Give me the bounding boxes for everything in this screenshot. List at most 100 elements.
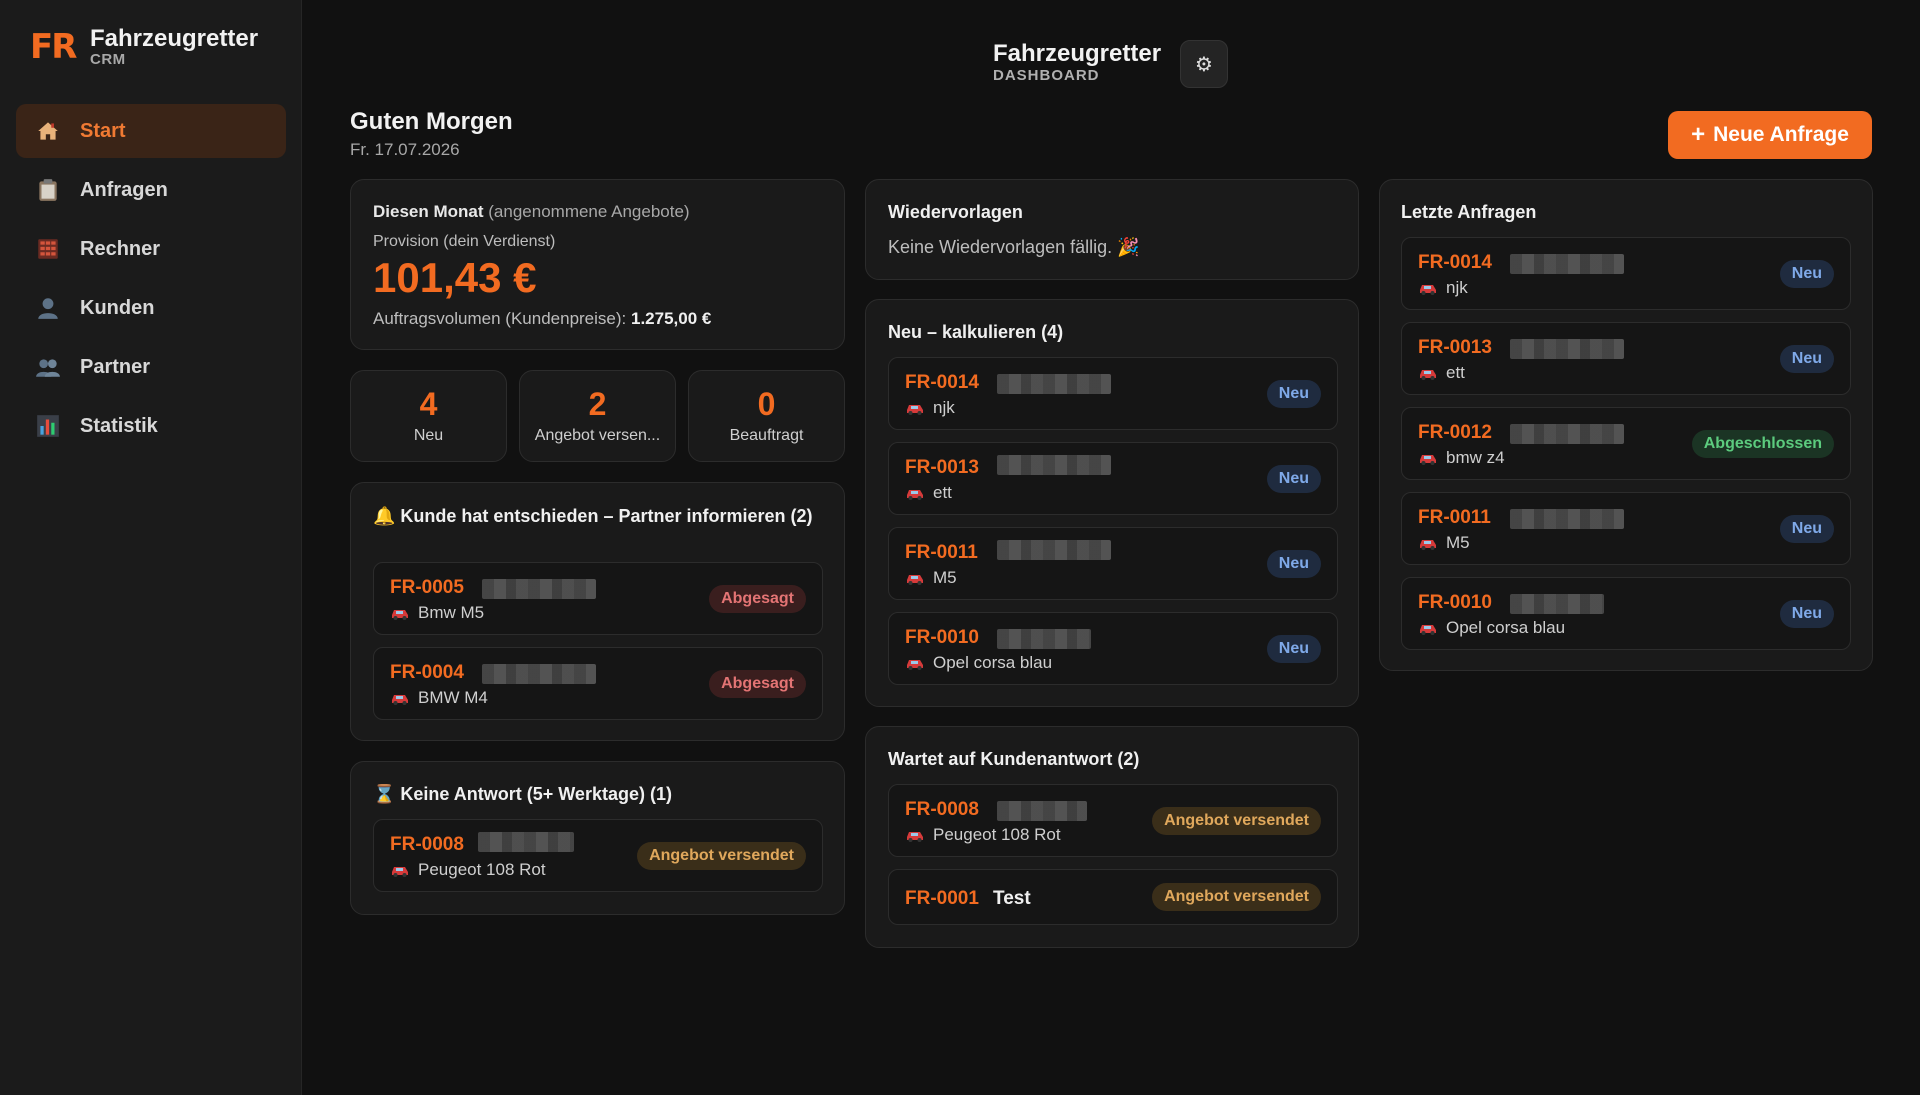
table-row[interactable]: FR-0013 ett Neu <box>888 442 1338 515</box>
header-subtitle: DASHBOARD <box>993 67 1100 84</box>
page-header: Fahrzeugretter DASHBOARD <box>993 40 1161 84</box>
status-badge: Neu <box>1779 260 1834 288</box>
recent-card: Letzte Anfragen FR-0014 njk Neu FR-0013 … <box>1379 179 1873 671</box>
stat-offer-sent[interactable]: 2 Angebot versen... <box>519 370 676 462</box>
request-id: FR-0001 <box>905 888 979 909</box>
month-title-note: (angenommene Angebote) <box>488 202 690 221</box>
redacted-name <box>1510 594 1604 614</box>
redacted-name <box>1510 509 1624 529</box>
request-id: FR-0014 <box>1418 252 1492 273</box>
home-icon <box>34 117 62 145</box>
brand[interactable]: FR Fahrzeugretter CRM <box>30 26 258 68</box>
table-row[interactable]: FR-0014 njk Neu <box>888 357 1338 430</box>
redacted-name <box>997 540 1111 560</box>
calculate-title: Neu – kalkulieren (4) <box>888 322 1064 342</box>
car-label: Opel corsa blau <box>933 653 1053 672</box>
greeting-date: Fr. 17.07.2026 <box>350 140 460 159</box>
status-badge: Angebot versendet <box>1152 807 1321 835</box>
stat-commissioned[interactable]: 0 Beauftragt <box>688 370 845 462</box>
table-row[interactable]: FR-0001 Test Angebot versendet <box>888 869 1338 925</box>
stat-label: Angebot versen... <box>534 427 661 444</box>
car-icon <box>392 610 408 620</box>
table-row[interactable]: FR-0010 Opel corsa blau Neu <box>888 612 1338 685</box>
calculate-card: Neu – kalkulieren (4) FR-0014 njk Neu FR… <box>865 299 1359 707</box>
status-badge: Neu <box>1266 380 1321 408</box>
greeting-title: Guten Morgen <box>350 108 513 135</box>
status-badge: Angebot versendet <box>1152 883 1321 911</box>
status-badge: Neu <box>1779 345 1834 373</box>
decided-title: 🔔 Kunde hat entschieden – Partner inform… <box>373 506 813 526</box>
stat-label: Beauftragt <box>729 427 804 444</box>
table-row[interactable]: FR-0004 BMW M4 Abgesagt <box>373 647 823 720</box>
request-id: FR-0005 <box>390 577 464 598</box>
table-row[interactable]: FR-0011 M5 Neu <box>1401 492 1851 565</box>
car-label: ett <box>933 483 952 502</box>
user-icon <box>34 294 62 322</box>
status-badge: Neu <box>1266 635 1321 663</box>
stat-value: 2 <box>588 386 607 422</box>
status-badge: Angebot versendet <box>637 842 806 870</box>
gear-icon: ⚙ <box>1195 53 1213 76</box>
request-id: FR-0013 <box>1418 337 1492 358</box>
request-id: FR-0012 <box>1418 422 1492 443</box>
status-badge: Abgeschlossen <box>1691 430 1834 458</box>
sidebar-item-statistik[interactable]: Statistik <box>16 399 286 453</box>
recent-title: Letzte Anfragen <box>1401 202 1537 222</box>
table-row[interactable]: FR-0010 Opel corsa blau Neu <box>1401 577 1851 650</box>
stat-new[interactable]: 4 Neu <box>350 370 507 462</box>
redacted-name <box>478 832 574 852</box>
clipboard-icon <box>34 176 62 204</box>
users-icon <box>34 353 62 381</box>
car-icon <box>907 660 923 670</box>
status-badge: Neu <box>1266 550 1321 578</box>
sidebar-item-label: Anfragen <box>80 178 168 201</box>
brand-logo: FR <box>30 27 77 67</box>
volume-value: 1.275,00 € <box>630 309 712 328</box>
car-icon <box>907 832 923 842</box>
stat-label: Neu <box>413 427 444 444</box>
table-row[interactable]: FR-0008 Peugeot 108 Rot Angebot versende… <box>373 819 823 892</box>
request-id: FR-0010 <box>905 627 979 648</box>
new-request-button[interactable]: + Neue Anfrage <box>1668 111 1872 159</box>
car-icon <box>1420 370 1436 380</box>
followups-title: Wiedervorlagen <box>888 202 1023 222</box>
sidebar-item-kunden[interactable]: Kunden <box>16 281 286 335</box>
table-row[interactable]: FR-0008 Peugeot 108 Rot Angebot versende… <box>888 784 1338 857</box>
sidebar-item-anfragen[interactable]: Anfragen <box>16 163 286 217</box>
stat-value: 0 <box>757 386 776 422</box>
table-row[interactable]: FR-0012 bmw z4 Abgeschlossen <box>1401 407 1851 480</box>
brand-subtitle: CRM <box>90 51 126 68</box>
no-answer-title: ⌛ Keine Antwort (5+ Werktage) (1) <box>373 784 672 804</box>
redacted-name <box>482 579 596 599</box>
request-id: FR-0011 <box>905 542 978 563</box>
redacted-name <box>1510 339 1624 359</box>
car-label: M5 <box>933 568 957 587</box>
sidebar-item-partner[interactable]: Partner <box>16 340 286 394</box>
customer-name: Test <box>993 888 1031 909</box>
table-row[interactable]: FR-0011 M5 Neu <box>888 527 1338 600</box>
followups-card: Wiedervorlagen Keine Wiedervorlagen fäll… <box>865 179 1359 280</box>
car-label: ett <box>1446 363 1465 382</box>
waiting-title: Wartet auf Kundenantwort (2) <box>888 749 1140 769</box>
table-row[interactable]: FR-0014 njk Neu <box>1401 237 1851 310</box>
stat-value: 4 <box>419 386 438 422</box>
redacted-name <box>997 629 1091 649</box>
table-row[interactable]: FR-0005 Bmw M5 Abgesagt <box>373 562 823 635</box>
status-badge: Abgesagt <box>709 585 806 613</box>
month-title: Diesen Monat <box>373 202 484 221</box>
settings-button[interactable]: ⚙ <box>1180 40 1228 88</box>
new-request-label: Neue Anfrage <box>1713 123 1849 146</box>
redacted-name <box>997 374 1111 394</box>
car-label: njk <box>1446 278 1468 297</box>
plus-icon: + <box>1691 121 1706 148</box>
sidebar-item-start[interactable]: Start <box>16 104 286 158</box>
sidebar-item-rechner[interactable]: Rechner <box>16 222 286 276</box>
request-id: FR-0013 <box>905 457 979 478</box>
no-answer-card: ⌛ Keine Antwort (5+ Werktage) (1) FR-000… <box>350 761 845 915</box>
calculator-icon <box>34 235 62 263</box>
car-icon <box>392 867 408 877</box>
table-row[interactable]: FR-0013 ett Neu <box>1401 322 1851 395</box>
status-badge: Neu <box>1266 465 1321 493</box>
greeting: Guten Morgen Fr. 17.07.2026 <box>350 108 513 160</box>
car-label: njk <box>933 398 955 417</box>
